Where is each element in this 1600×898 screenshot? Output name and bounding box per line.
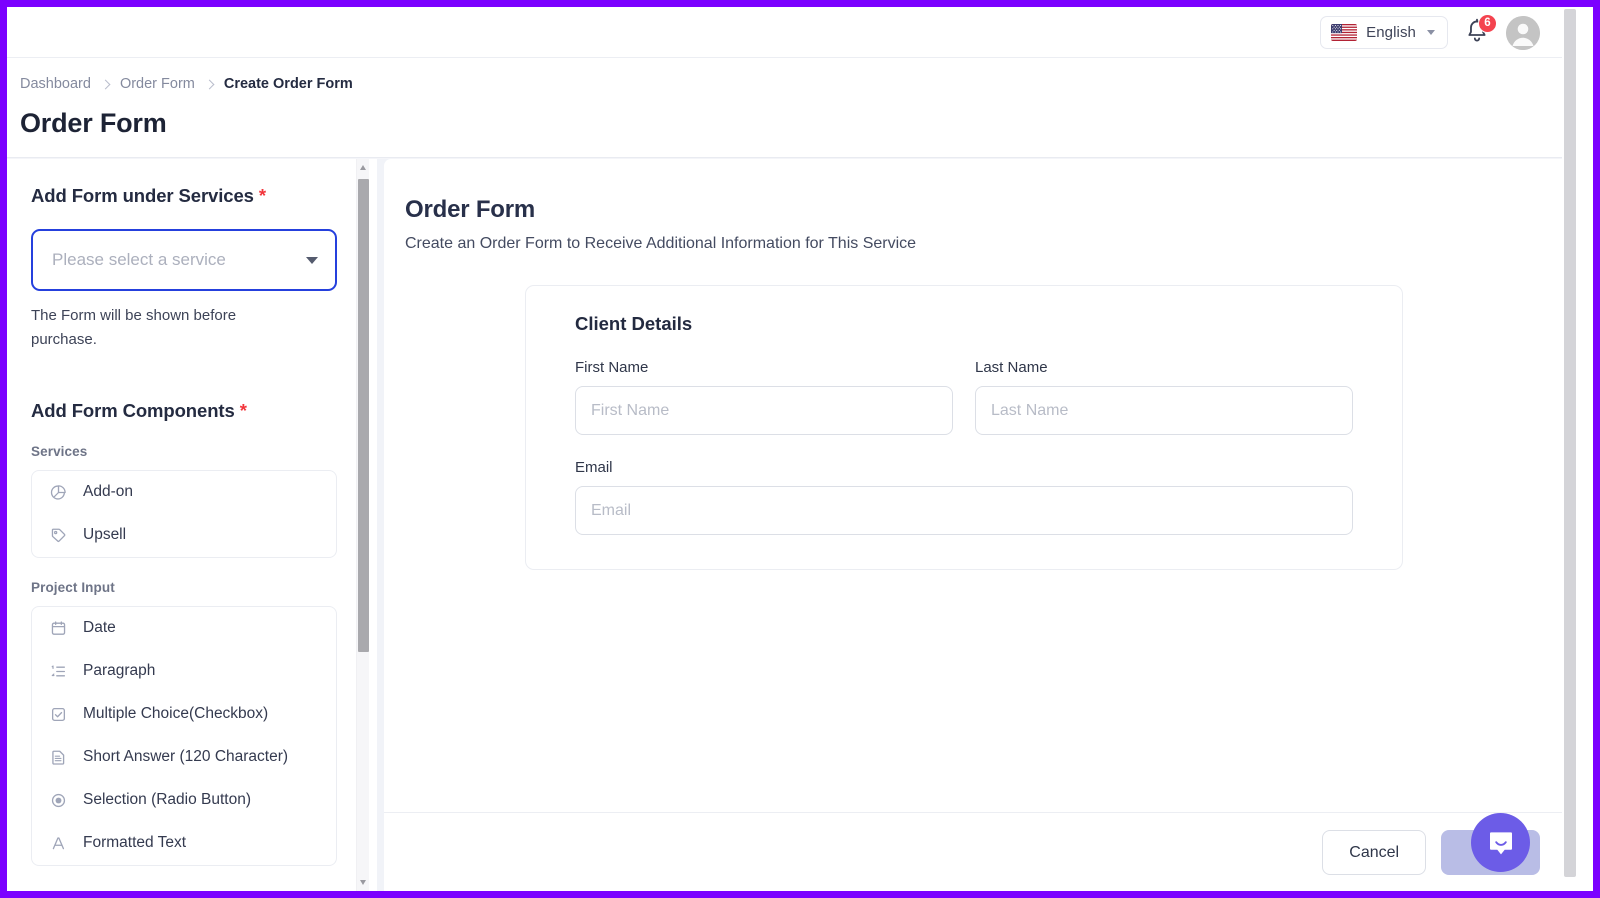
first-name-field-group: First Name — [575, 359, 953, 435]
ordered-list-icon — [49, 662, 68, 681]
checkbox-icon — [49, 705, 68, 724]
intercom-chat-icon — [1489, 831, 1512, 854]
page-scrollbar[interactable] — [1562, 7, 1593, 891]
client-details-title: Client Details — [575, 313, 693, 334]
add-form-components-label: Add Form Components — [31, 399, 235, 421]
page-title: Order Form — [20, 108, 167, 138]
browser-frame: English 6 Dashboard Order Form Create Or… — [0, 0, 1600, 898]
first-name-label: First Name — [575, 359, 649, 376]
chevron-down-icon — [1427, 30, 1435, 35]
sidebar-content: Add Form under Services * Please select … — [7, 159, 359, 866]
avatar[interactable] — [1506, 15, 1540, 50]
preview-header: Order Form Create an Order Form to Recei… — [405, 196, 1505, 253]
form-builder-sidebar: Add Form under Services * Please select … — [7, 159, 377, 891]
component-item-date[interactable]: Date — [32, 607, 336, 650]
scroll-up-arrow-icon[interactable] — [360, 165, 366, 170]
name-field-row: First Name Last Name — [575, 359, 1353, 435]
us-flag-icon — [1331, 24, 1358, 41]
header-actions: English 6 — [1320, 7, 1540, 58]
component-item-add-on[interactable]: Add-on — [32, 471, 336, 514]
component-label: Paragraph — [83, 662, 156, 680]
component-label: Upsell — [83, 526, 127, 544]
last-name-input[interactable] — [975, 386, 1353, 435]
component-item-selection-radio[interactable]: Selection (Radio Button) — [32, 779, 336, 822]
breadcrumb: Dashboard Order Form Create Order Form — [20, 76, 353, 92]
breadcrumb-separator-icon — [204, 79, 215, 89]
email-field-row: Email — [575, 459, 1353, 535]
add-form-components-heading: Add Form Components * — [31, 400, 337, 422]
last-name-label: Last Name — [975, 359, 1048, 376]
page-header: Dashboard Order Form Create Order Form O… — [7, 58, 1562, 158]
pie-chart-icon — [49, 483, 68, 502]
chevron-down-icon — [306, 256, 318, 264]
component-item-multiple-choice[interactable]: Multiple Choice(Checkbox) — [32, 693, 336, 736]
notification-count-badge: 6 — [1478, 13, 1497, 33]
component-label: Multiple Choice(Checkbox) — [83, 705, 269, 723]
first-name-input[interactable] — [575, 386, 953, 435]
client-details-card: Client Details First Name Last Name — [525, 285, 1403, 570]
email-field-group: Email — [575, 459, 1353, 535]
breadcrumb-separator-icon — [100, 79, 111, 89]
breadcrumb-item-dashboard[interactable]: Dashboard — [20, 76, 91, 92]
scroll-down-arrow-icon[interactable] — [360, 880, 366, 885]
group-label-project-input: Project Input — [31, 579, 115, 595]
page-viewport: English 6 Dashboard Order Form Create Or… — [7, 7, 1562, 891]
component-label: Add-on — [83, 483, 133, 501]
body-area: Add Form under Services * Please select … — [7, 159, 1562, 891]
last-name-field-group: Last Name — [975, 359, 1353, 435]
component-label: Date — [83, 619, 116, 637]
component-label: Formatted Text — [83, 834, 187, 852]
chat-launcher-button[interactable] — [1471, 813, 1530, 872]
top-header-bar: English 6 — [7, 7, 1562, 58]
cancel-button[interactable]: Cancel — [1322, 830, 1427, 875]
language-selector[interactable]: English — [1320, 16, 1448, 49]
email-input[interactable] — [575, 486, 1353, 535]
component-item-paragraph[interactable]: Paragraph — [32, 650, 336, 693]
email-label: Email — [575, 459, 613, 476]
component-item-upsell[interactable]: Upsell — [32, 514, 336, 557]
component-item-short-answer[interactable]: Short Answer (120 Character) — [32, 736, 336, 779]
breadcrumb-item-order-form[interactable]: Order Form — [120, 76, 195, 92]
radio-button-icon — [49, 791, 68, 810]
service-select[interactable]: Please select a service — [31, 229, 337, 291]
component-group-services: Add-on Upsell — [31, 469, 337, 558]
component-item-formatted-text[interactable]: Formatted Text — [32, 822, 336, 865]
order-form-preview-panel: Order Form Create an Order Form to Recei… — [384, 159, 1562, 891]
preview-title: Order Form — [405, 196, 536, 223]
language-label: English — [1366, 24, 1416, 41]
add-form-under-services-heading: Add Form under Services * — [31, 185, 337, 207]
preview-subtitle: Create an Order Form to Receive Addition… — [405, 235, 917, 252]
component-label: Short Answer (120 Character) — [83, 748, 289, 766]
service-select-placeholder: Please select a service — [52, 250, 226, 269]
document-icon — [49, 748, 68, 767]
notifications-button[interactable]: 6 — [1464, 13, 1497, 48]
required-asterisk: * — [258, 185, 267, 206]
breadcrumb-item-create-order-form: Create Order Form — [223, 76, 353, 92]
form-footer: Cancel Next — [384, 812, 1562, 891]
page-scrollbar-thumb[interactable] — [1564, 9, 1576, 877]
text-format-icon — [49, 834, 68, 853]
group-label-services: Services — [31, 443, 88, 459]
sidebar-scrollbar-thumb[interactable] — [358, 179, 369, 652]
sidebar-scrollbar[interactable] — [356, 159, 369, 891]
required-asterisk: * — [239, 399, 247, 421]
component-label: Selection (Radio Button) — [83, 791, 252, 809]
add-form-under-services-label: Add Form under Services — [31, 185, 254, 206]
component-group-project-input: Date Paragraph Multiple Choice(Checkbox)… — [31, 605, 337, 866]
tag-icon — [49, 526, 68, 545]
calendar-icon — [49, 619, 68, 638]
service-select-helper-text: The Form will be shown before purchase. — [31, 307, 237, 349]
